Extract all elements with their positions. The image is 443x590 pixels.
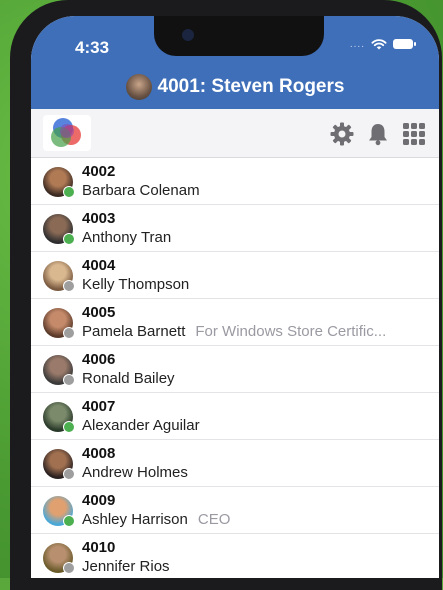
contact-name: Pamela Barnett <box>82 323 185 340</box>
contact-extension: 4006 <box>82 351 115 368</box>
phone-frame: 4:33 .... 4001: Steven Rogers <box>10 0 442 590</box>
avatar-wrap <box>43 449 73 479</box>
page-title: 4001: Steven Rogers <box>158 76 345 98</box>
contact-name: Andrew Holmes <box>82 464 188 481</box>
contact-extension: 4004 <box>82 257 115 274</box>
contact-name-line: Pamela Barnett For Windows Store Certific… <box>82 323 386 340</box>
avatar-wrap <box>43 261 73 291</box>
list-item[interactable]: 4002 Barbara Colenam <box>31 158 439 205</box>
contact-name-line: Ashley Harrison CEO <box>82 511 230 528</box>
contact-name-line: Jennifer Rios <box>82 558 170 575</box>
presence-indicator <box>63 327 75 339</box>
avatar-wrap <box>43 167 73 197</box>
presence-indicator <box>63 280 75 292</box>
signal-dots: .... <box>350 39 365 50</box>
app-screen: 4:33 .... 4001: Steven Rogers <box>31 16 439 578</box>
list-item[interactable]: 4004 Kelly Thompson <box>31 252 439 299</box>
status-time: 4:33 <box>75 38 109 58</box>
presence-indicator <box>63 515 75 527</box>
battery-icon <box>393 39 413 49</box>
camera-icon <box>182 29 194 41</box>
wifi-icon <box>371 38 387 50</box>
contact-extension: 4003 <box>82 210 115 227</box>
contact-note: For Windows Store Certific... <box>195 323 386 340</box>
list-item[interactable]: 4010 Jennifer Rios <box>31 534 439 578</box>
contact-name-line: Ronald Bailey <box>82 370 175 387</box>
contact-name-line: Alexander Aguilar <box>82 417 200 434</box>
contact-name: Alexander Aguilar <box>82 417 200 434</box>
contact-extension: 4002 <box>82 163 115 180</box>
list-item[interactable]: 4003 Anthony Tran <box>31 205 439 252</box>
contact-name-line: Barbara Colenam <box>82 182 200 199</box>
avatar-wrap <box>43 402 73 432</box>
contact-extension: 4009 <box>82 492 115 509</box>
contact-name-line: Kelly Thompson <box>82 276 189 293</box>
toolbar <box>31 109 439 158</box>
avatar-wrap <box>43 543 73 573</box>
list-item[interactable]: 4006 Ronald Bailey <box>31 346 439 393</box>
header-title-row[interactable]: 4001: Steven Rogers <box>31 74 439 100</box>
contact-name: Ronald Bailey <box>82 370 175 387</box>
contact-name: Kelly Thompson <box>82 276 189 293</box>
toolbar-icons <box>329 121 427 147</box>
dialpad-icon[interactable] <box>401 121 427 147</box>
contact-extension: 4007 <box>82 398 115 415</box>
list-item[interactable]: 4007 Alexander Aguilar <box>31 393 439 440</box>
contact-name: Anthony Tran <box>82 229 171 246</box>
avatar <box>126 74 152 100</box>
presence-indicator <box>63 562 75 574</box>
contact-name-line: Andrew Holmes <box>82 464 188 481</box>
contact-name-line: Anthony Tran <box>82 229 171 246</box>
contact-extension: 4010 <box>82 539 115 556</box>
logo-icon <box>43 115 91 151</box>
status-icons: .... <box>350 38 413 50</box>
contact-extension: 4008 <box>82 445 115 462</box>
contact-note: CEO <box>198 511 231 528</box>
avatar-wrap <box>43 308 73 338</box>
app-header: 4:33 .... 4001: Steven Rogers <box>31 16 439 109</box>
app-logo[interactable] <box>43 115 91 151</box>
contact-extension: 4005 <box>82 304 115 321</box>
notch <box>154 16 324 56</box>
contact-name: Jennifer Rios <box>82 558 170 575</box>
list-item[interactable]: 4009 Ashley Harrison CEO <box>31 487 439 534</box>
contact-name: Barbara Colenam <box>82 182 200 199</box>
avatar-wrap <box>43 355 73 385</box>
avatar-wrap <box>43 496 73 526</box>
bell-icon[interactable] <box>365 121 391 147</box>
list-item[interactable]: 4008 Andrew Holmes <box>31 440 439 487</box>
list-item[interactable]: 4005 Pamela Barnett For Windows Store Cert… <box>31 299 439 346</box>
gear-icon[interactable] <box>329 121 355 147</box>
contact-list: 4002 Barbara Colenam 4003 Anthony Tran 4004 K… <box>31 158 439 578</box>
presence-indicator <box>63 186 75 198</box>
presence-indicator <box>63 421 75 433</box>
avatar-wrap <box>43 214 73 244</box>
presence-indicator <box>63 374 75 386</box>
presence-indicator <box>63 468 75 480</box>
presence-indicator <box>63 233 75 245</box>
contact-name: Ashley Harrison <box>82 511 188 528</box>
